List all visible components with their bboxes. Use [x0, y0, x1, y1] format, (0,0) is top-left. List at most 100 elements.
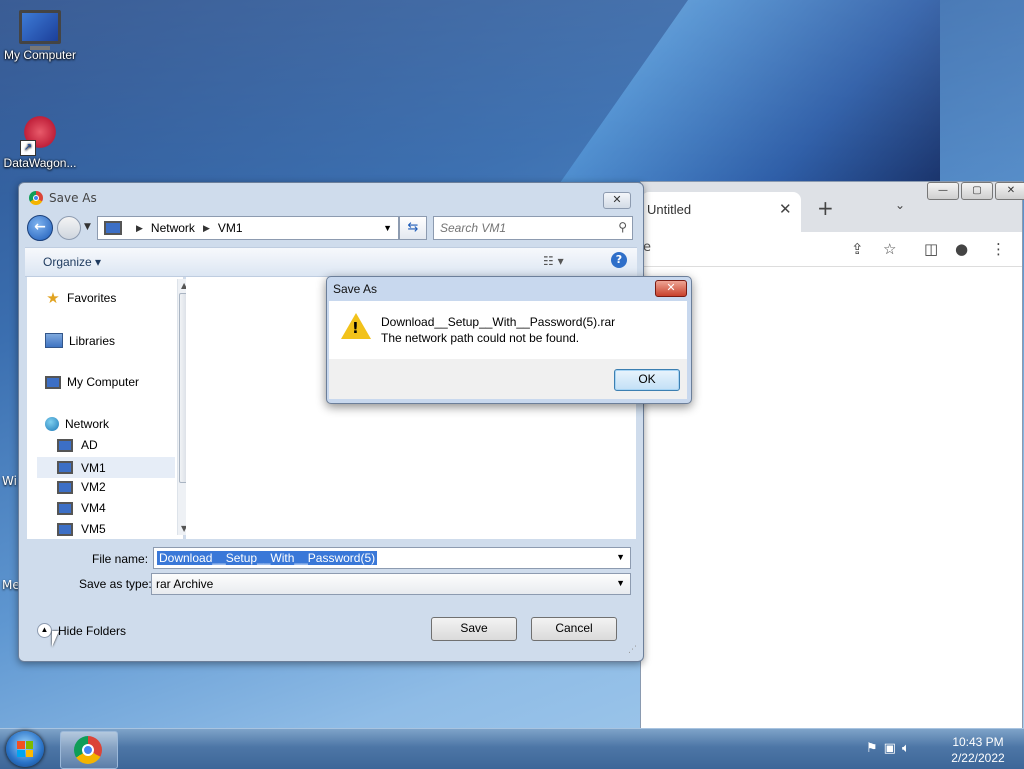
windows-logo-icon [17, 741, 33, 757]
file-name-value: Download__Setup__With__Password(5) [157, 551, 378, 565]
share-icon[interactable]: ⇪ [851, 240, 864, 258]
network-computer-icon [57, 501, 73, 515]
tab-title: Untitled [647, 202, 692, 217]
dialog-close-button[interactable]: ✕ [603, 192, 631, 209]
shortcut-arrow-icon: ↗ [20, 140, 36, 156]
nav-label: My Computer [67, 375, 140, 389]
chevron-up-icon: ▲ [37, 623, 52, 638]
save-as-type-select[interactable]: rar Archive ▼ [151, 573, 631, 595]
address-bar[interactable]: ▶ Network ▶ VM1 ▼ [97, 216, 399, 240]
menu-icon[interactable]: ⋮ [991, 240, 1006, 258]
nav-network[interactable]: Network [45, 417, 109, 431]
nav-label: Favorites [67, 291, 117, 305]
hide-folders-label: Hide Folders [58, 623, 127, 638]
taskbar-chrome-button[interactable] [60, 731, 118, 769]
chrome-window[interactable]: Untitled ✕ + ⌄ — ▢ ✕ e ⇪ ☆ ◫ ● ⋮ [640, 181, 1024, 733]
nav-label: Libraries [69, 333, 116, 348]
datawagon-icon: ↗ [20, 112, 60, 156]
chrome-page-content [641, 267, 1022, 732]
network-status-icon[interactable]: ▣ [884, 741, 896, 756]
nav-label: VM5 [81, 522, 106, 536]
cancel-button[interactable]: Cancel [531, 617, 617, 641]
star-icon[interactable]: ☆ [883, 240, 896, 258]
file-name-dropdown-icon[interactable]: ▼ [616, 552, 625, 562]
back-button[interactable]: ← [27, 215, 53, 241]
desktop-icon-my-computer[interactable]: My Computer [0, 10, 80, 62]
breadcrumb-chevron-icon[interactable]: ▶ [203, 223, 210, 234]
search-icon[interactable]: ⚲ [618, 220, 627, 234]
libraries-icon [45, 333, 63, 348]
chrome-tab[interactable]: Untitled ✕ [641, 192, 801, 232]
start-button[interactable] [6, 731, 44, 767]
url-fragment[interactable]: e [643, 240, 651, 255]
file-name-input[interactable]: Download__Setup__With__Password(5) ▼ [153, 547, 631, 569]
save-as-type-label: Save as type: [79, 577, 152, 591]
file-name-label: File name: [92, 552, 149, 566]
favorites-star-icon: ★ [46, 289, 60, 307]
nav-favorites[interactable]: ★ Favorites [45, 289, 117, 307]
nav-label: VM1 [81, 460, 106, 475]
organize-button[interactable]: Organize ▾ [43, 255, 101, 269]
maximize-button[interactable]: ▢ [961, 182, 993, 200]
new-tab-button[interactable]: + [817, 196, 834, 220]
nav-network-ad[interactable]: AD [57, 438, 98, 452]
save-as-dialog: Save As ✕ ← ▼ ▶ Network ▶ VM1 ▼ ⇆ ⚲ Orga… [18, 182, 644, 662]
search-box[interactable]: ⚲ [433, 216, 633, 240]
resize-grip-icon[interactable]: ⋰ [628, 645, 637, 655]
save-as-type-dropdown-icon[interactable]: ▼ [616, 578, 625, 588]
nav-network-vm1[interactable]: VM1 [37, 457, 175, 478]
refresh-button[interactable]: ⇆ [399, 216, 427, 240]
nav-network-vm5[interactable]: VM5 [57, 522, 106, 536]
nav-libraries[interactable]: Libraries [45, 333, 115, 348]
address-dropdown-icon[interactable]: ▼ [383, 223, 392, 233]
tab-search-icon[interactable]: ⌄ [895, 198, 905, 212]
tab-close-icon[interactable]: ✕ [779, 200, 792, 218]
breadcrumb-chevron-icon[interactable]: ▶ [136, 223, 143, 234]
taskbar: ⚑ ▣ 🔈︎ 10:43 PM 2/22/2022 [0, 728, 1024, 769]
network-computer-icon [57, 522, 73, 536]
view-options-icon[interactable]: ☷ ▾ [543, 254, 564, 268]
error-dialog-close-button[interactable]: ✕ [655, 280, 687, 297]
command-bar: Organize ▾ ☷ ▾ ? [25, 247, 637, 277]
minimize-button[interactable]: — [927, 182, 959, 200]
error-dialog: Save As ✕ ! Download__Setup__With__Passw… [326, 276, 692, 404]
computer-icon [45, 375, 61, 389]
mouse-cursor-icon [52, 631, 65, 647]
network-computer-icon [57, 461, 73, 474]
dialog-title-bar: Save As [29, 191, 97, 205]
sidebar-icon[interactable]: ◫ [924, 240, 938, 258]
error-dialog-footer: OK [329, 359, 687, 399]
network-computer-icon [57, 438, 73, 452]
forward-button[interactable] [57, 216, 81, 240]
search-input[interactable] [434, 217, 612, 239]
nav-my-computer[interactable]: My Computer [45, 375, 139, 389]
error-message: The network path could not be found. [381, 331, 580, 345]
warning-exclamation: ! [352, 319, 359, 337]
nav-label: AD [81, 438, 98, 452]
hide-folders-toggle[interactable]: ▲ Hide Folders [37, 623, 126, 638]
volume-icon[interactable]: 🔈︎ [902, 741, 910, 756]
save-button[interactable]: Save [431, 617, 517, 641]
desktop-icon-label: DataWagon... [3, 156, 77, 170]
clock-date: 2/22/2022 [951, 751, 1005, 765]
ok-button[interactable]: OK [614, 369, 680, 391]
network-icon [45, 417, 59, 431]
recent-pages-dropdown-icon[interactable]: ▼ [84, 222, 91, 232]
nav-network-vm2[interactable]: VM2 [57, 480, 106, 494]
action-center-flag-icon[interactable]: ⚑ [866, 741, 878, 756]
save-as-type-value: rar Archive [156, 577, 214, 591]
error-dialog-body: ! Download__Setup__With__Password(5).rar… [329, 301, 687, 359]
desktop-icon-datawagon[interactable]: ↗ DataWagon... [0, 112, 80, 170]
network-computer-icon [57, 480, 73, 494]
breadcrumb-vm1[interactable]: VM1 [218, 221, 243, 235]
help-icon[interactable]: ? [611, 252, 627, 268]
nav-label: VM2 [81, 480, 106, 494]
nav-network-vm4[interactable]: VM4 [57, 501, 106, 515]
close-button[interactable]: ✕ [995, 182, 1024, 200]
profile-icon[interactable]: ● [955, 240, 968, 258]
clock[interactable]: 10:43 PM 2/22/2022 [938, 734, 1018, 766]
chrome-toolbar: e ⇪ ☆ ◫ ● ⋮ [641, 232, 1022, 267]
system-tray: ⚑ ▣ 🔈︎ [866, 741, 910, 756]
breadcrumb-network[interactable]: Network [151, 221, 195, 235]
chrome-icon [29, 191, 43, 205]
